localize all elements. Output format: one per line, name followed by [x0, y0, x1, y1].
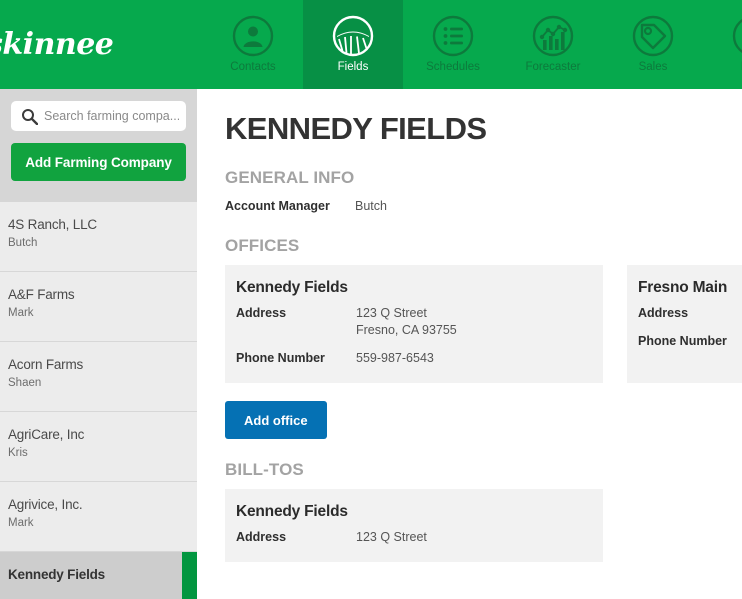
page-title: KENNEDY FIELDS: [225, 111, 742, 147]
add-office-button[interactable]: Add office: [225, 401, 327, 439]
add-farming-company-button[interactable]: Add Farming Company: [11, 143, 186, 181]
company-name: Acorn Farms: [8, 356, 197, 374]
company-name: AgriCare, Inc: [8, 426, 197, 444]
company-manager: Mark: [8, 515, 197, 531]
nav-tab-sales[interactable]: Sales: [603, 0, 703, 89]
brand-wordmark: skinnee: [0, 27, 113, 62]
search-box[interactable]: [11, 101, 186, 131]
field-label: Address: [236, 529, 356, 546]
selected-accent-bar: [182, 552, 197, 599]
products-icon: [732, 15, 742, 57]
field-value: Butch: [355, 197, 387, 215]
nav-tab-fields[interactable]: Fields: [303, 0, 403, 89]
top-navigation-bar: skinnee Contacts Fields: [0, 0, 742, 89]
field-label: Address: [236, 305, 356, 339]
company-manager: Butch: [8, 235, 197, 251]
company-name: Kennedy Fields: [8, 566, 197, 584]
field-label: Phone Number: [236, 350, 356, 367]
office-phone-row: Phone Number 559-987-6543: [236, 350, 603, 367]
billto-card[interactable]: Kennedy Fields Address 123 Q Street: [225, 489, 603, 562]
company-manager: Kris: [8, 445, 197, 461]
search-icon: [21, 108, 38, 125]
list-item[interactable]: Acorn Farms Shaen: [0, 342, 197, 412]
nav-tab-label: Schedules: [426, 61, 480, 74]
main-content: KENNEDY FIELDS GENERAL INFO Account Mana…: [197, 89, 742, 599]
address-line-2: Fresno, CA 93755: [356, 323, 457, 337]
billto-address-row: Address 123 Q Street: [236, 529, 603, 546]
section-heading-general-info: GENERAL INFO: [225, 168, 742, 188]
office-card[interactable]: Fresno Main Address Phone Number: [627, 265, 742, 383]
farming-company-list: 4S Ranch, LLC Butch A&F Farms Mark Acorn…: [0, 202, 197, 599]
sidebar-search-panel: Add Farming Company: [0, 89, 197, 202]
office-address-row: Address: [638, 305, 742, 322]
list-item[interactable]: 4S Ranch, LLC Butch: [0, 202, 197, 272]
field-value: 559-987-6543: [356, 350, 434, 367]
nav-tab-label: Sales: [639, 61, 668, 74]
list-item[interactable]: Agrivice, Inc. Mark: [0, 482, 197, 552]
office-phone-row: Phone Number: [638, 333, 742, 350]
field-label: Account Manager: [225, 197, 355, 215]
forecaster-icon: [532, 15, 574, 57]
fields-icon: [332, 15, 374, 57]
field-value: 123 Q Street: [356, 529, 427, 546]
address-line-1: 123 Q Street: [356, 306, 427, 320]
field-label: Phone Number: [638, 333, 742, 350]
sales-icon: [632, 15, 674, 57]
nav-tab-schedules[interactable]: Schedules: [403, 0, 503, 89]
nav-tab-forecaster[interactable]: Forecaster: [503, 0, 603, 89]
field-value: 123 Q Street Fresno, CA 93755: [356, 305, 457, 339]
nav-tab-label: Fields: [338, 61, 369, 74]
section-heading-offices: OFFICES: [225, 236, 742, 256]
office-address-row: Address 123 Q Street Fresno, CA 93755: [236, 305, 603, 339]
list-item[interactable]: AgriCare, Inc Kris: [0, 412, 197, 482]
general-info-row: Account Manager Butch: [225, 197, 742, 215]
field-label: Address: [638, 305, 742, 322]
app-logo[interactable]: skinnee: [0, 0, 200, 89]
search-input[interactable]: [44, 109, 179, 123]
list-item[interactable]: A&F Farms Mark: [0, 272, 197, 342]
company-name: A&F Farms: [8, 286, 197, 304]
sidebar: Add Farming Company 4S Ranch, LLC Butch …: [0, 89, 197, 599]
contacts-icon: [232, 15, 274, 57]
offices-card-row: Kennedy Fields Address 123 Q Street Fres…: [225, 265, 742, 383]
company-name: Agrivice, Inc.: [8, 496, 197, 514]
nav-tab-products[interactable]: Prod: [703, 0, 742, 89]
company-manager: Mark: [8, 305, 197, 321]
nav-tab-contacts[interactable]: Contacts: [203, 0, 303, 89]
list-item-selected[interactable]: Kennedy Fields: [0, 552, 197, 599]
office-card-title: Fresno Main: [638, 279, 742, 297]
nav-tab-label: Contacts: [230, 61, 275, 74]
billtos-card-row: Kennedy Fields Address 123 Q Street: [225, 489, 742, 562]
office-card[interactable]: Kennedy Fields Address 123 Q Street Fres…: [225, 265, 603, 383]
billto-card-title: Kennedy Fields: [236, 503, 603, 521]
schedules-icon: [432, 15, 474, 57]
company-name: 4S Ranch, LLC: [8, 216, 197, 234]
office-card-title: Kennedy Fields: [236, 279, 603, 297]
nav-tab-label: Forecaster: [526, 61, 581, 74]
company-manager: Shaen: [8, 375, 197, 391]
section-heading-billtos: BILL-TOS: [225, 460, 742, 480]
